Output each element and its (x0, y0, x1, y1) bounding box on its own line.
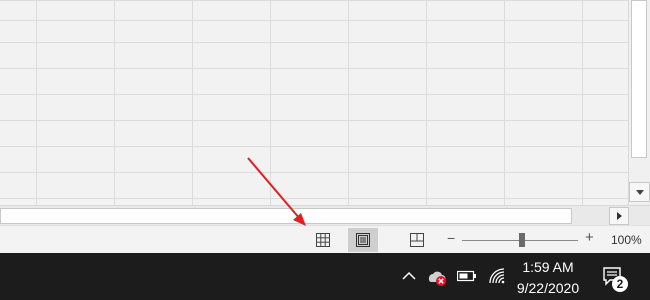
onedrive-button[interactable] (425, 263, 449, 289)
scroll-right-button[interactable] (609, 207, 629, 225)
gridline (36, 0, 37, 205)
gridline (0, 172, 628, 173)
gridline (0, 146, 628, 147)
onedrive-error-icon (428, 271, 446, 286)
gridline (426, 0, 427, 205)
grid-icon (316, 233, 330, 247)
page-layout-view-button[interactable] (348, 228, 378, 252)
zoom-level[interactable]: 100% (611, 233, 642, 247)
gridline (192, 0, 193, 205)
normal-view-button[interactable] (308, 228, 338, 252)
gridline (0, 120, 628, 121)
page-break-preview-button[interactable] (402, 228, 432, 252)
taskbar-clock[interactable]: 1:59 AM 9/22/2020 (510, 257, 586, 298)
gridline (0, 94, 628, 95)
notification-count-badge: 2 (612, 276, 628, 292)
wifi-icon (489, 268, 505, 284)
gridline (0, 68, 628, 69)
clock-date: 9/22/2020 (516, 280, 580, 296)
chevron-right-icon (616, 212, 622, 220)
gridline (504, 0, 505, 205)
chevron-down-icon (635, 189, 644, 195)
gridline (582, 0, 583, 205)
vertical-scroll-thumb[interactable] (631, 0, 647, 158)
zoom-slider-thumb[interactable] (519, 233, 525, 247)
gridline (270, 0, 271, 205)
gridline (348, 0, 349, 205)
gridline (114, 0, 115, 205)
horizontal-scrollbar[interactable] (0, 205, 650, 225)
zoom-in-button[interactable]: + (585, 229, 594, 246)
gridline (0, 42, 628, 43)
show-hidden-icons-button[interactable] (400, 267, 418, 285)
gridline (0, 0, 628, 1)
gridline (0, 20, 628, 21)
horizontal-scroll-thumb[interactable] (0, 208, 572, 224)
chevron-up-icon (402, 271, 416, 280)
scroll-down-button[interactable] (629, 182, 650, 202)
vertical-scrollbar[interactable] (628, 0, 650, 205)
page-break-icon (410, 233, 424, 247)
taskbar: 1:59 AM 9/22/2020 (0, 253, 650, 300)
gridline (0, 198, 628, 199)
page-layout-icon (356, 233, 370, 247)
spreadsheet-grid[interactable] (0, 0, 628, 205)
battery-button[interactable] (456, 267, 478, 285)
clock-time: 1:59 AM (522, 259, 574, 275)
zoom-out-button[interactable]: − (447, 230, 455, 246)
status-bar: − + 100% (0, 225, 650, 253)
network-button[interactable] (486, 265, 508, 287)
battery-icon (457, 270, 476, 282)
